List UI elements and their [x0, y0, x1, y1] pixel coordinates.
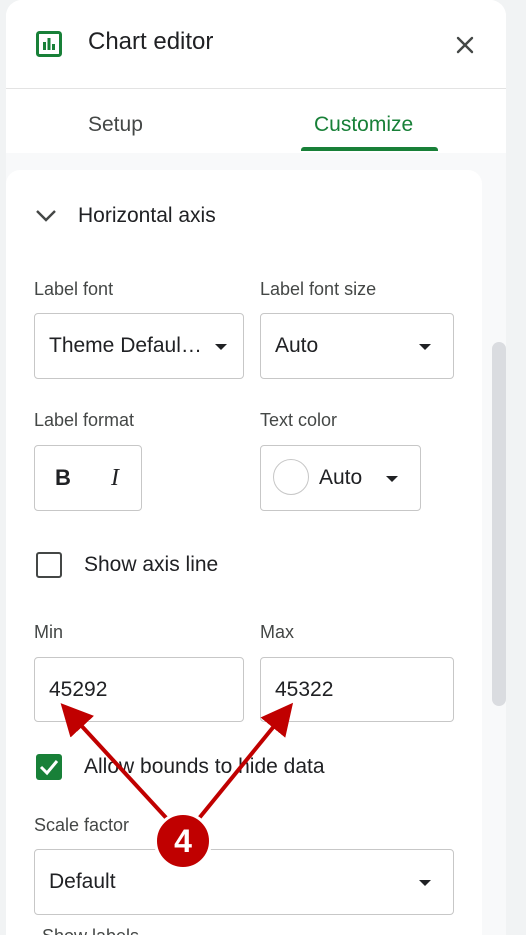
tab-setup[interactable]: Setup	[88, 113, 143, 137]
dropdown-arrow-icon	[215, 344, 227, 350]
text-color-value: Auto	[319, 466, 363, 489]
editor-header: Chart editor	[6, 0, 506, 89]
annotation-step-badge: 4	[154, 812, 212, 870]
show-axis-line-checkbox[interactable]	[36, 552, 62, 578]
label-font-size-dropdown[interactable]: Auto	[260, 313, 454, 379]
label-font-value: Theme Defaul…	[49, 334, 202, 357]
dropdown-arrow-icon	[419, 880, 431, 886]
editor-tabs: Setup Customize	[6, 89, 506, 153]
bold-button[interactable]: B	[37, 446, 89, 510]
bar-chart-icon	[36, 31, 62, 57]
max-value: 45322	[275, 677, 334, 701]
italic-button[interactable]: I	[89, 446, 141, 510]
show-labels-label: Show labels	[42, 926, 139, 935]
allow-bounds-checkbox[interactable]	[36, 754, 62, 780]
allow-bounds-label: Allow bounds to hide data	[84, 755, 325, 778]
label-format-label: Label format	[34, 410, 135, 430]
label-font-label: Label font	[34, 279, 114, 299]
close-button[interactable]	[450, 30, 480, 60]
label-format-group: B I	[34, 445, 142, 511]
color-swatch	[273, 459, 309, 495]
section-header-horizontal-axis[interactable]: Horizontal axis	[36, 196, 216, 236]
min-label: Min	[34, 622, 64, 642]
editor-title: Chart editor	[88, 28, 214, 55]
show-axis-line-label: Show axis line	[84, 553, 219, 576]
label-font-dropdown[interactable]: Theme Defaul…	[34, 313, 244, 379]
active-tab-indicator	[301, 147, 438, 151]
checkmark-icon	[39, 760, 59, 776]
scale-factor-value: Default	[49, 870, 116, 893]
chart-editor-panel: Chart editor Setup Customize Horizontal …	[6, 0, 506, 935]
close-icon	[456, 36, 474, 54]
text-color-dropdown[interactable]: Auto	[260, 445, 421, 511]
tab-customize[interactable]: Customize	[314, 113, 413, 137]
scale-factor-label: Scale factor	[34, 815, 130, 835]
scrollbar-thumb[interactable]	[492, 342, 506, 706]
scale-factor-dropdown[interactable]: Default	[34, 849, 454, 915]
label-font-size-value: Auto	[275, 334, 319, 357]
min-value: 45292	[49, 677, 108, 701]
section-title: Horizontal axis	[78, 204, 216, 227]
dropdown-arrow-icon	[419, 344, 431, 350]
text-color-label: Text color	[260, 410, 338, 430]
label-font-size-label: Label font size	[260, 279, 377, 299]
max-label: Max	[260, 622, 295, 642]
chevron-down-icon	[36, 210, 56, 222]
dropdown-arrow-icon	[386, 476, 398, 482]
max-input[interactable]: 45322	[260, 657, 454, 722]
min-input[interactable]: 45292	[34, 657, 244, 722]
